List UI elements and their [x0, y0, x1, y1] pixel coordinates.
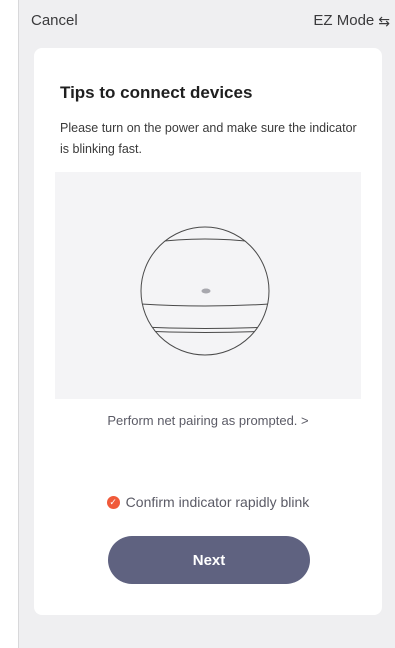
next-button[interactable]: Next: [108, 536, 310, 584]
ez-mode-toggle[interactable]: EZ Mode ⇆: [313, 12, 390, 29]
net-pairing-link[interactable]: Perform net pairing as prompted. >: [34, 413, 382, 428]
indicator-light: [201, 288, 211, 294]
confirm-blink-checkbox[interactable]: ✓ Confirm indicator rapidly blink: [34, 494, 382, 510]
device-drawing: [140, 226, 270, 356]
device-illustration: [55, 172, 361, 399]
tips-card: Tips to connect devices Please turn on t…: [34, 48, 382, 615]
cancel-button[interactable]: Cancel: [31, 12, 78, 29]
swap-arrows-icon: ⇆: [378, 12, 390, 29]
checkmark-icon: ✓: [106, 495, 120, 509]
app-screen: Cancel EZ Mode ⇆ Tips to connect devices…: [18, 0, 395, 648]
card-description: Please turn on the power and make sure t…: [60, 121, 357, 156]
top-bar: Cancel EZ Mode ⇆: [19, 0, 395, 42]
confirm-label: Confirm indicator rapidly blink: [125, 494, 310, 510]
mode-label: EZ Mode: [313, 12, 375, 29]
card-title: Tips to connect devices: [60, 83, 253, 102]
